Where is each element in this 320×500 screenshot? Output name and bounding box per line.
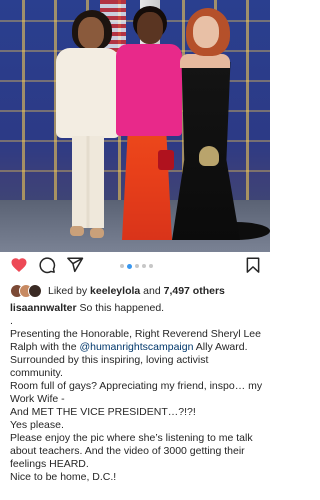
liked-by-prefix: Liked by <box>48 285 88 297</box>
person-middle-jacket <box>116 44 182 136</box>
caption-line-yes: Yes please. <box>10 419 64 431</box>
caption-line-home: Nice to be home, D.C.! <box>10 471 117 483</box>
caption-mention[interactable]: @humanrightscampaign <box>79 341 193 353</box>
caption-line-gays: Room full of gays? Appreciating my frien… <box>10 380 263 405</box>
caption-dot-line: . <box>10 315 13 327</box>
post-action-bar <box>0 256 270 278</box>
person-middle-face <box>137 12 163 44</box>
carousel-indicator <box>120 263 153 269</box>
heart-icon[interactable] <box>10 256 28 274</box>
caption-username[interactable]: lisaannwalter <box>10 302 77 314</box>
person-right-shoulders <box>180 54 230 68</box>
person-left-suit <box>56 48 120 138</box>
caption-line-vp: And MET THE VICE PRESIDENT…?!?! <box>10 406 196 418</box>
caption-first-line: So this happened. <box>79 302 165 314</box>
carousel-dot <box>120 264 124 268</box>
send-icon[interactable] <box>66 256 84 274</box>
likes-others-count[interactable]: 7,497 others <box>164 285 225 297</box>
caption-line-enjoy: Please enjoy the pic where she’s listeni… <box>10 432 253 470</box>
carousel-dot-active <box>127 263 132 269</box>
liked-by-user[interactable]: keeleylola <box>90 285 140 297</box>
liker-avatars <box>10 284 44 298</box>
avatar <box>28 284 42 298</box>
person-left-shoe <box>70 226 84 236</box>
person-left-face <box>78 17 104 49</box>
likes-and: and <box>143 285 161 297</box>
person-left-shoe <box>90 228 104 238</box>
likes-summary[interactable]: Liked by keeleylola and 7,497 others <box>10 283 265 299</box>
person-right-bag <box>199 146 219 166</box>
person-left-pants <box>72 136 104 228</box>
bookmark-icon[interactable] <box>244 256 262 274</box>
person-middle-bag <box>158 150 174 170</box>
carousel-dot <box>135 264 139 268</box>
carousel-dot <box>149 264 153 268</box>
person-right-face <box>193 16 219 48</box>
carousel-dot <box>142 264 146 268</box>
comment-icon[interactable] <box>38 256 56 274</box>
post-photo[interactable] <box>0 0 270 252</box>
post-caption: lisaannwalter So this happened. . Presen… <box>10 302 264 484</box>
